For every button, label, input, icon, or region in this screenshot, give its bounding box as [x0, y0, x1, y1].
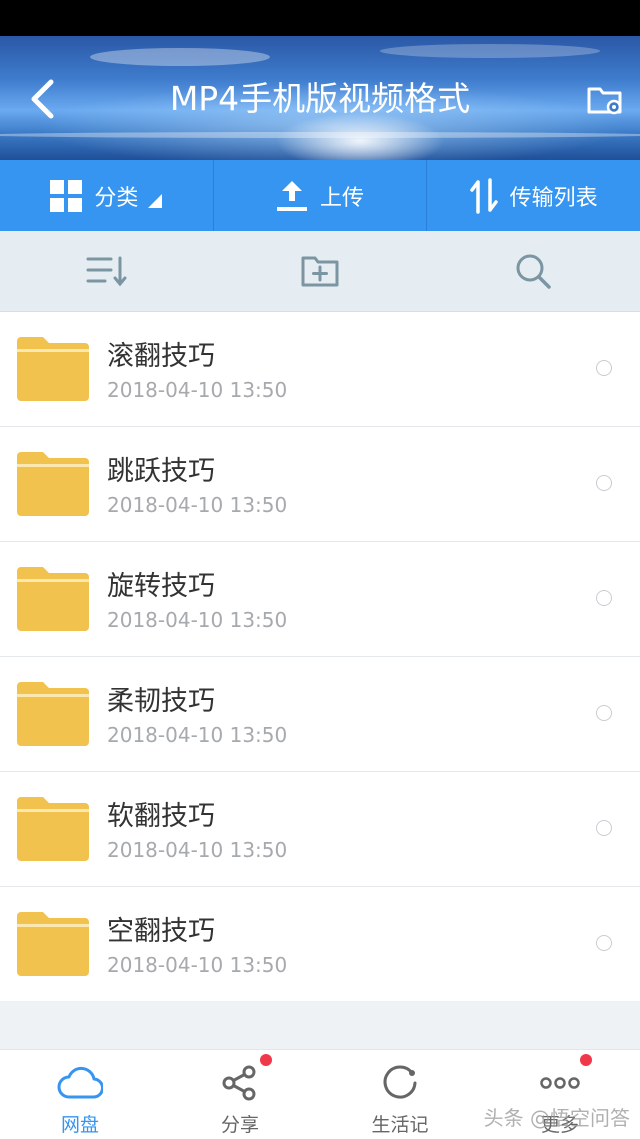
- header-wave: [0, 132, 640, 138]
- file-name: 滚翻技巧: [107, 341, 215, 372]
- file-name: 柔韧技巧: [107, 686, 215, 717]
- nav-item-share[interactable]: 分享: [160, 1050, 320, 1139]
- life-icon: [383, 1065, 417, 1099]
- folder-icon: [17, 682, 89, 746]
- file-actions-bar: [0, 231, 640, 312]
- file-date: 2018-04-10 13:50: [107, 493, 288, 517]
- nav-label: 生活记: [371, 1114, 429, 1136]
- more-icon: [540, 1077, 580, 1089]
- file-name: 空翻技巧: [107, 916, 215, 947]
- file-date: 2018-04-10 13:50: [107, 378, 288, 402]
- folder-settings-icon: [587, 87, 622, 115]
- sort-icon: [86, 256, 127, 287]
- category-button[interactable]: 分类: [0, 160, 214, 231]
- folder-icon: [17, 912, 89, 976]
- new-folder-icon: [301, 256, 339, 287]
- file-date: 2018-04-10 13:50: [107, 953, 288, 977]
- grid-icon: [50, 179, 83, 212]
- upload-label: 上传: [320, 185, 365, 211]
- transfer-list-label: 传输列表: [509, 185, 598, 211]
- select-checkbox[interactable]: [596, 935, 612, 951]
- file-list: 滚翻技巧 2018-04-10 13:50 跳跃技巧 2018-04-10 13:50…: [0, 312, 640, 1001]
- folder-icon: [17, 797, 89, 861]
- file-row[interactable]: 滚翻技巧 2018-04-10 13:50: [0, 312, 640, 427]
- page-title: MP4手机版视频格式: [169, 79, 471, 118]
- header: MP4手机版视频格式: [0, 36, 640, 160]
- upload-button[interactable]: 上传: [214, 160, 428, 231]
- folder-icon: [17, 337, 89, 401]
- nav-item-netdisk[interactable]: 网盘: [0, 1050, 160, 1139]
- search-icon: [516, 254, 552, 289]
- file-row[interactable]: 旋转技巧 2018-04-10 13:50: [0, 542, 640, 657]
- chevron-left-icon: [31, 79, 54, 119]
- file-name: 跳跃技巧: [107, 456, 215, 487]
- file-name: 软翻技巧: [107, 801, 215, 832]
- cloud-icon: [57, 1066, 103, 1099]
- share-icon: [222, 1065, 256, 1101]
- file-date: 2018-04-10 13:50: [107, 838, 288, 862]
- file-row[interactable]: 空翻技巧 2018-04-10 13:50: [0, 887, 640, 1001]
- notification-dot: [580, 1054, 592, 1066]
- search-button[interactable]: [427, 231, 640, 311]
- sort-button[interactable]: [0, 231, 213, 311]
- file-row[interactable]: 跳跃技巧 2018-04-10 13:50: [0, 427, 640, 542]
- transfer-list-button[interactable]: 传输列表: [427, 160, 640, 231]
- category-label: 分类: [94, 185, 139, 211]
- select-checkbox[interactable]: [596, 360, 612, 376]
- nav-item-life[interactable]: 生活记: [320, 1050, 480, 1139]
- file-row[interactable]: 柔韧技巧 2018-04-10 13:50: [0, 657, 640, 772]
- status-bar: [0, 0, 640, 36]
- nav-label: 分享: [220, 1114, 259, 1136]
- transfer-icon: [469, 177, 498, 214]
- file-name: 旋转技巧: [107, 571, 215, 602]
- file-row[interactable]: 软翻技巧 2018-04-10 13:50: [0, 772, 640, 887]
- folder-icon: [17, 567, 89, 631]
- watermark: 头条 @悟空问答: [484, 1102, 630, 1131]
- notification-dot: [260, 1054, 272, 1066]
- file-date: 2018-04-10 13:50: [107, 723, 288, 747]
- header-cloud: [90, 48, 270, 66]
- new-folder-button[interactable]: [213, 231, 426, 311]
- select-checkbox[interactable]: [596, 590, 612, 606]
- nav-label: 网盘: [60, 1114, 99, 1136]
- toolbar: 分类 上传 传输列表: [0, 160, 640, 231]
- select-checkbox[interactable]: [596, 475, 612, 491]
- back-button[interactable]: [20, 74, 64, 124]
- folder-icon: [17, 452, 89, 516]
- caret-down-icon: [148, 193, 163, 208]
- folder-settings-button[interactable]: [580, 76, 630, 124]
- select-checkbox[interactable]: [596, 820, 612, 836]
- upload-icon: [277, 180, 307, 211]
- select-checkbox[interactable]: [596, 705, 612, 721]
- header-cloud: [380, 44, 600, 58]
- bottom-nav: 网盘 分享 生活记 更多 头条 @悟空问答: [0, 1049, 640, 1139]
- file-date: 2018-04-10 13:50: [107, 608, 288, 632]
- watermark-text: 头条 @悟空问答: [483, 1106, 630, 1130]
